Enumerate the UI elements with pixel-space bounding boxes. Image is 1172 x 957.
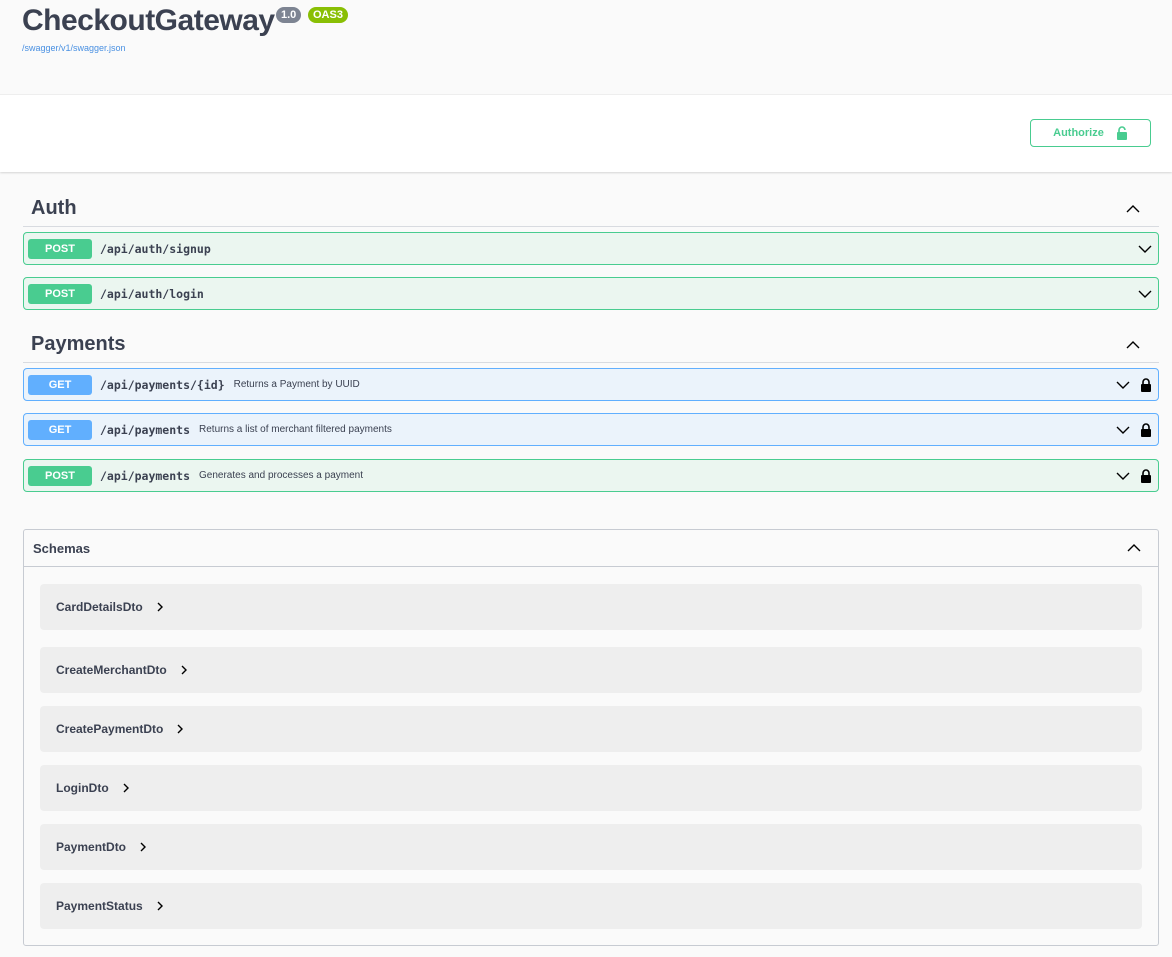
- operation-path: /api/payments: [100, 422, 191, 437]
- schemas-title: Schemas: [33, 540, 91, 556]
- method-badge: POST: [28, 465, 92, 486]
- lock-icon[interactable]: [1140, 468, 1152, 483]
- operation-summary: Returns a Payment by UUID: [233, 379, 360, 390]
- operation-post-signup[interactable]: POST /api/auth/signup: [23, 232, 1159, 265]
- tag-section-auth[interactable]: Auth: [23, 191, 1159, 227]
- model-name: LoginDto: [56, 781, 109, 795]
- operation-get-payments[interactable]: GET /api/payments Returns a list of merc…: [23, 413, 1159, 446]
- method-badge: GET: [28, 374, 92, 395]
- tag-section-payments[interactable]: Payments: [23, 327, 1159, 363]
- api-title: CheckoutGateway: [22, 4, 275, 37]
- operation-get-payment-by-id[interactable]: GET /api/payments/{id} Returns a Payment…: [23, 368, 1159, 401]
- schema-model-create-payment-dto[interactable]: CreatePaymentDto: [40, 706, 1142, 752]
- unlocked-lock-icon: [1116, 126, 1127, 140]
- chevron-right-icon[interactable]: [138, 842, 148, 852]
- chevron-down-icon[interactable]: [1138, 287, 1152, 301]
- model-name: PaymentStatus: [56, 899, 143, 913]
- tag-name: Auth: [31, 197, 77, 219]
- operation-summary: Generates and processes a payment: [199, 470, 363, 481]
- operation-path: /api/auth/login: [100, 286, 204, 301]
- info-header: CheckoutGateway 1.0 OAS3 /swagger/v1/swa…: [0, 0, 1172, 95]
- oas-badge: OAS3: [308, 7, 348, 23]
- operation-path: /api/payments: [100, 468, 191, 483]
- spec-url-link[interactable]: /swagger/v1/swagger.json: [22, 43, 126, 53]
- chevron-right-icon[interactable]: [121, 783, 131, 793]
- model-name: CreateMerchantDto: [56, 663, 167, 677]
- chevron-up-icon[interactable]: [1125, 201, 1141, 217]
- model-name: PaymentDto: [56, 840, 127, 854]
- lock-icon[interactable]: [1140, 422, 1152, 437]
- operation-path: /api/auth/signup: [100, 241, 211, 256]
- version-badge: 1.0: [276, 7, 302, 23]
- schema-model-payment-dto[interactable]: PaymentDto: [40, 824, 1142, 870]
- method-badge: POST: [28, 238, 92, 259]
- operation-path: /api/payments/{id}: [100, 377, 225, 392]
- scheme-container: Authorize: [0, 95, 1172, 172]
- schema-model-card-details-dto[interactable]: CardDetailsDto: [40, 584, 1142, 630]
- schema-model-login-dto[interactable]: LoginDto: [40, 765, 1142, 811]
- tag-name: Payments: [31, 333, 126, 355]
- lock-icon[interactable]: [1140, 377, 1152, 392]
- chevron-down-icon[interactable]: [1116, 469, 1130, 483]
- model-name: CardDetailsDto: [56, 600, 143, 614]
- chevron-right-icon[interactable]: [155, 602, 165, 612]
- operation-post-login[interactable]: POST /api/auth/login: [23, 277, 1159, 310]
- schema-model-create-merchant-dto[interactable]: CreateMerchantDto: [40, 647, 1142, 693]
- chevron-right-icon[interactable]: [179, 665, 189, 675]
- schemas-section: Schemas CardDetailsDto CreateMerchantDto…: [23, 529, 1159, 946]
- method-badge: GET: [28, 419, 92, 440]
- operation-post-payments[interactable]: POST /api/payments Generates and process…: [23, 459, 1159, 492]
- authorize-button[interactable]: Authorize: [1030, 119, 1151, 147]
- chevron-down-icon[interactable]: [1116, 378, 1130, 392]
- chevron-right-icon[interactable]: [175, 724, 185, 734]
- chevron-up-icon[interactable]: [1126, 540, 1142, 556]
- chevron-up-icon[interactable]: [1125, 337, 1141, 353]
- operation-summary: Returns a list of merchant filtered paym…: [199, 424, 392, 435]
- method-badge: POST: [28, 283, 92, 304]
- authorize-label: Authorize: [1053, 127, 1104, 139]
- schemas-header[interactable]: Schemas: [24, 530, 1158, 567]
- schema-model-payment-status[interactable]: PaymentStatus: [40, 883, 1142, 929]
- model-name: CreatePaymentDto: [56, 722, 164, 736]
- chevron-down-icon[interactable]: [1116, 423, 1130, 437]
- chevron-down-icon[interactable]: [1138, 242, 1152, 256]
- chevron-right-icon[interactable]: [155, 901, 165, 911]
